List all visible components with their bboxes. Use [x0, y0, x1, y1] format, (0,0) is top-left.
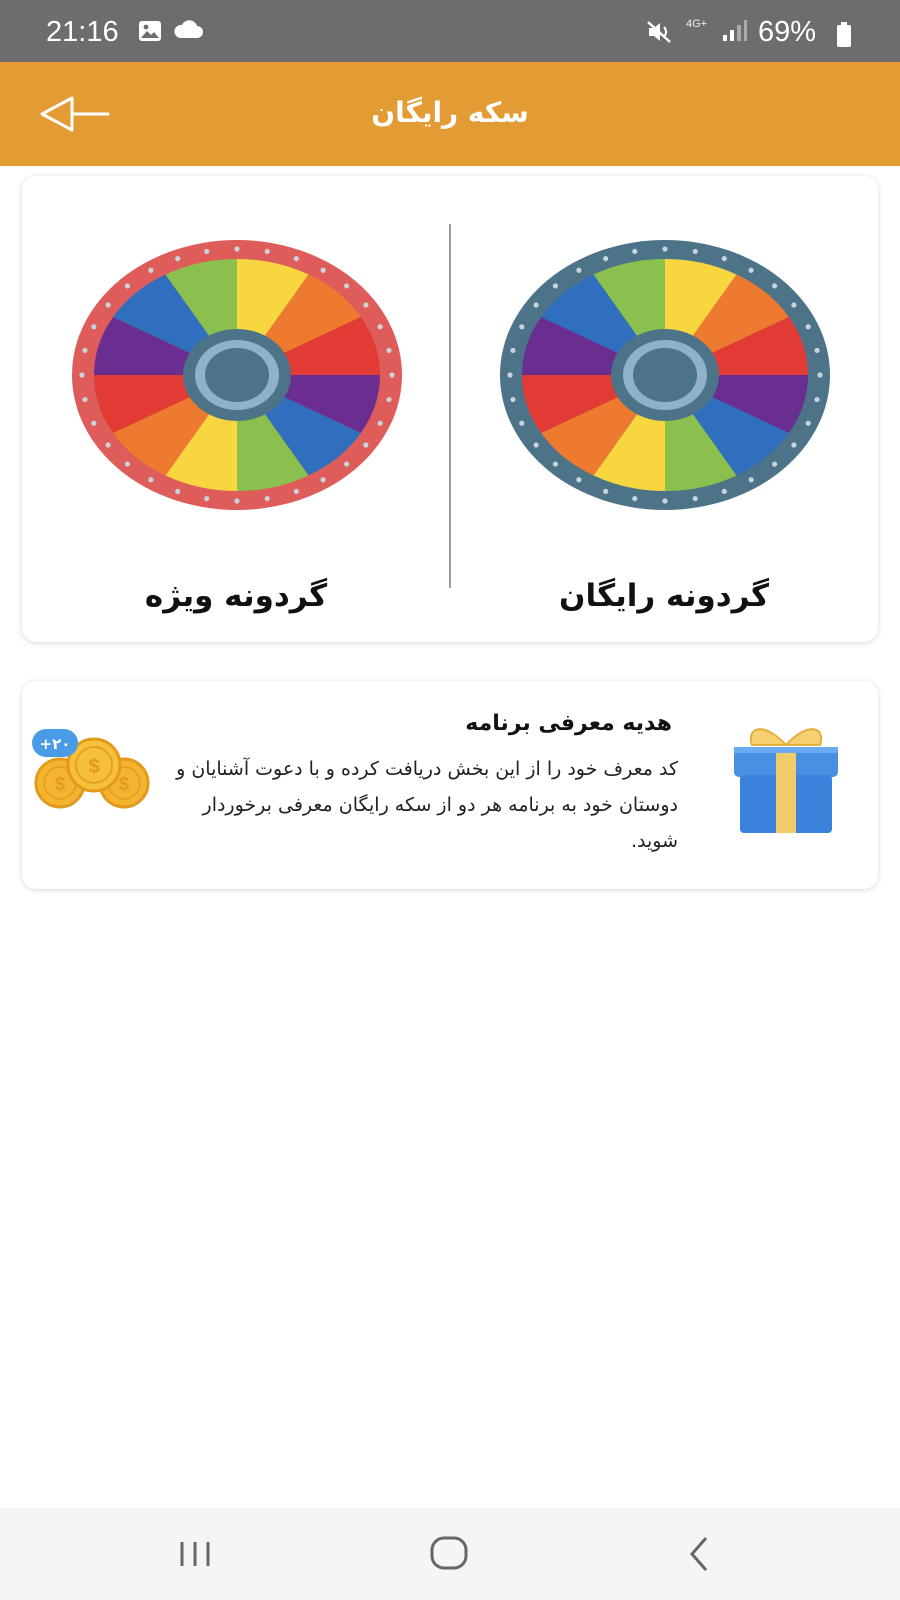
rim-dot — [552, 283, 558, 289]
rim-dot — [320, 267, 326, 273]
mute-icon — [647, 21, 671, 43]
wheels-card: گردونه ویژه گردونه رایگان — [22, 176, 878, 642]
cloud-icon — [174, 20, 203, 38]
rim-dot — [805, 324, 811, 330]
status-bar: 21:16 4G+ 69% — [0, 0, 900, 62]
rim-dot — [91, 420, 97, 426]
image-icon — [139, 21, 161, 41]
rim-dot — [105, 442, 111, 448]
nav-bar — [0, 1508, 900, 1600]
nav-back-button[interactable] — [672, 1532, 732, 1576]
rim-dot — [175, 255, 181, 262]
rim-dot — [692, 248, 698, 255]
rim-dot — [264, 495, 270, 502]
rim-dot — [533, 302, 539, 308]
back-icon — [690, 1537, 708, 1571]
free-wheel-tile[interactable]: گردونه رایگان — [450, 176, 878, 642]
rim-dot — [82, 396, 88, 403]
rim-dot — [632, 495, 638, 502]
svg-text:$: $ — [119, 774, 129, 794]
referral-title: هدیه معرفی برنامه — [465, 711, 672, 736]
status-time: 21:16 — [46, 16, 119, 48]
rim-dot — [148, 267, 154, 273]
signal-icon — [723, 20, 747, 41]
rim-dot — [791, 302, 797, 308]
rim-dot — [148, 477, 154, 483]
rim-dot — [386, 396, 392, 403]
rim-dot — [791, 442, 797, 448]
rim-dot — [293, 255, 299, 262]
rim-dot — [576, 477, 582, 483]
rim-dot — [507, 372, 513, 378]
gift-icon — [734, 728, 838, 833]
rim-dot — [377, 420, 383, 426]
rim-dot — [533, 442, 539, 448]
rim-dot — [320, 477, 326, 483]
rim-dot — [105, 302, 111, 308]
svg-text:$: $ — [55, 774, 65, 794]
rim-dot — [293, 488, 299, 495]
rim-dot — [175, 488, 181, 495]
rim-dot — [377, 324, 383, 330]
rim-dot — [389, 372, 395, 378]
rim-dot — [264, 248, 270, 255]
rim-dot — [124, 283, 130, 289]
rim-dot — [234, 498, 240, 504]
special-wheel-label: گردونه ویژه — [144, 578, 328, 614]
rim-dot — [662, 246, 668, 252]
rim-dot — [519, 324, 525, 330]
rim-dot — [817, 372, 823, 378]
battery-icon — [837, 22, 851, 47]
rim-dot — [79, 372, 85, 378]
rim-dot — [805, 420, 811, 426]
rim-dot — [692, 495, 698, 502]
recent-apps-button[interactable] — [168, 1532, 228, 1576]
rim-dot — [363, 302, 369, 308]
home-button[interactable] — [420, 1532, 480, 1576]
battery-percent: 69% — [758, 16, 817, 48]
rim-dot — [510, 347, 516, 354]
rim-dot — [204, 248, 210, 255]
special-wheel-icon — [72, 240, 402, 510]
rim-dot — [204, 495, 210, 502]
rim-dot — [344, 283, 350, 289]
referral-card[interactable]: هدیه معرفی برنامه کد معرف خود را از این … — [22, 681, 878, 889]
rim-dot — [748, 477, 754, 483]
rim-dot — [344, 461, 350, 467]
rim-dot — [721, 488, 727, 495]
rim-dot — [721, 255, 727, 262]
referral-description: کد معرف خود را از این بخش دریافت کرده و … — [176, 758, 678, 852]
rim-dot — [603, 255, 609, 262]
rim-dot — [234, 246, 240, 252]
home-icon — [430, 1536, 468, 1570]
rim-dot — [632, 248, 638, 255]
rim-dot — [519, 420, 525, 426]
rim-dot — [91, 324, 97, 330]
network-type: 4G+ — [686, 18, 708, 30]
rim-dot — [386, 347, 392, 354]
free-wheel-icon — [500, 240, 830, 510]
rim-dot — [510, 396, 516, 403]
svg-text:$: $ — [88, 756, 99, 778]
rim-dot — [748, 267, 754, 273]
special-wheel-tile[interactable]: گردونه ویژه — [22, 176, 450, 642]
rim-dot — [772, 283, 778, 289]
rim-dot — [662, 498, 668, 504]
app-bar: سکه رایگان — [0, 62, 900, 166]
rim-dot — [82, 347, 88, 354]
rim-dot — [124, 461, 130, 467]
coin-badge-text: +۲۰ — [40, 735, 71, 753]
free-wheel-label: گردونه رایگان — [559, 578, 769, 614]
rim-dot — [363, 442, 369, 448]
rim-dot — [552, 461, 558, 467]
rim-dot — [772, 461, 778, 467]
rim-dot — [814, 396, 820, 403]
recent-apps-icon — [180, 1542, 210, 1566]
coins-icon: $ $ $ +۲۰ — [32, 729, 150, 809]
rim-dot — [576, 267, 582, 273]
rim-dot — [814, 347, 820, 354]
page-title: سکه رایگان — [371, 96, 529, 129]
rim-dot — [603, 488, 609, 495]
